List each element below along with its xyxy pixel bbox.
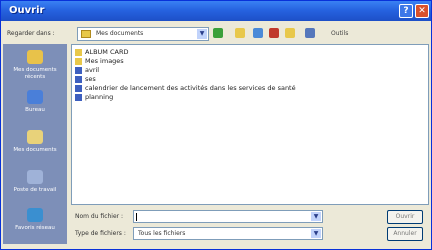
text-caret	[136, 213, 137, 221]
filetype-row: Type de fichiers : Tous les fichiers ▼ A…	[71, 227, 429, 241]
chevron-down-icon[interactable]: ▼	[311, 212, 321, 221]
dialog-title: Ouvrir	[9, 5, 45, 16]
filename-label: Nom du fichier :	[75, 213, 124, 220]
place-network[interactable]: Favoris réseau	[5, 206, 65, 242]
places-bar: Mes documents récents Bureau Mes documen…	[3, 44, 67, 244]
open-button[interactable]: Ouvrir	[387, 210, 423, 224]
close-button[interactable]: ✕	[415, 4, 429, 18]
my-computer-icon	[27, 170, 43, 184]
views-icon[interactable]	[305, 28, 315, 38]
filetype-value: Tous les fichiers	[138, 230, 186, 237]
filetype-label: Type de fichiers :	[75, 230, 126, 237]
help-button[interactable]: ?	[399, 4, 413, 18]
place-desktop[interactable]: Bureau	[5, 88, 65, 124]
document-icon	[75, 76, 82, 83]
tools-menu[interactable]: Outils	[331, 30, 348, 37]
filename-row: Nom du fichier : ▼ Ouvrir	[71, 210, 429, 224]
my-documents-icon	[27, 130, 43, 144]
up-folder-icon[interactable]	[235, 28, 245, 38]
file-name: Mes images	[85, 57, 124, 65]
toolbar: Regarder dans : Mes documents ▼ Outils	[1, 25, 431, 43]
place-label: Favoris réseau	[15, 225, 55, 231]
new-folder-icon[interactable]	[285, 28, 295, 38]
place-label: Poste de travail	[13, 187, 57, 193]
chevron-down-icon[interactable]: ▼	[197, 29, 207, 39]
delete-icon[interactable]	[269, 28, 279, 38]
list-item[interactable]: calendrier de lancement des activités da…	[75, 84, 425, 93]
list-item[interactable]: planning	[75, 93, 425, 102]
filename-input[interactable]: ▼	[133, 210, 323, 223]
look-in-label: Regarder dans :	[7, 30, 55, 37]
place-recent[interactable]: Mes documents récents	[5, 48, 65, 84]
place-label: Mes documents récents	[13, 67, 57, 80]
place-my-documents[interactable]: Mes documents	[5, 128, 65, 164]
cancel-button[interactable]: Annuler	[387, 227, 423, 241]
place-my-computer[interactable]: Poste de travail	[5, 168, 65, 204]
desktop-icon	[27, 90, 43, 104]
title-bar[interactable]: Ouvrir ? ✕	[1, 1, 431, 21]
folder-icon	[75, 49, 82, 56]
file-name: ALBUM CARD	[85, 48, 129, 56]
list-item[interactable]: Mes images	[75, 57, 425, 66]
place-label: Bureau	[25, 107, 45, 113]
file-name: calendrier de lancement des activités da…	[85, 84, 296, 92]
back-icon[interactable]	[213, 28, 223, 38]
filetype-select[interactable]: Tous les fichiers ▼	[133, 227, 323, 240]
folder-icon	[75, 58, 82, 65]
document-icon	[75, 85, 82, 92]
network-places-icon	[27, 208, 43, 222]
place-label: Mes documents	[13, 147, 57, 153]
list-item[interactable]: avril	[75, 66, 425, 75]
file-list[interactable]: ALBUM CARD Mes images avril ses calendri…	[71, 44, 429, 205]
list-item[interactable]: ses	[75, 75, 425, 84]
document-icon	[75, 67, 82, 74]
file-name: planning	[85, 93, 114, 101]
open-dialog: Ouvrir ? ✕ Regarder dans : Mes documents…	[0, 0, 432, 250]
folder-icon	[81, 30, 91, 38]
look-in-select[interactable]: Mes documents ▼	[77, 27, 209, 41]
list-item[interactable]: ALBUM CARD	[75, 48, 425, 57]
recent-documents-icon	[27, 50, 43, 64]
look-in-value: Mes documents	[96, 30, 144, 37]
search-web-icon[interactable]	[253, 28, 263, 38]
chevron-down-icon[interactable]: ▼	[311, 229, 321, 238]
document-icon	[75, 94, 82, 101]
file-name: ses	[85, 75, 96, 83]
file-name: avril	[85, 66, 100, 74]
